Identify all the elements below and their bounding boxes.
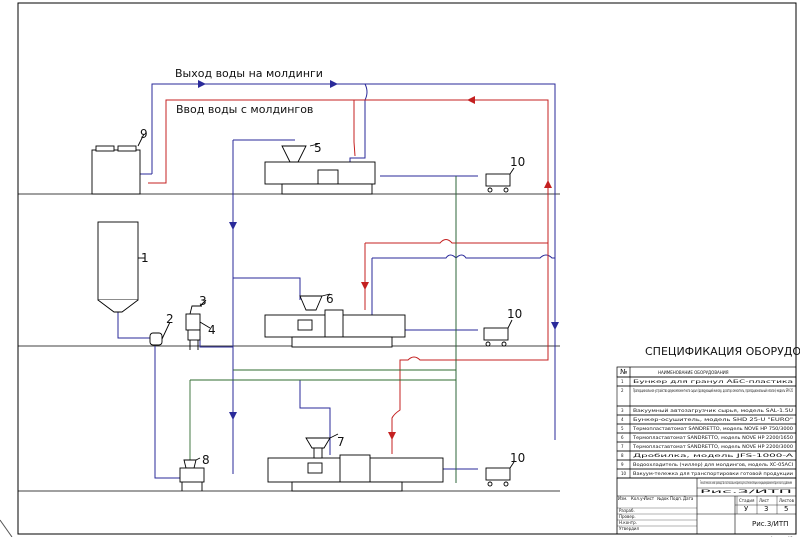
stamp-signer: Утвердил [619, 526, 639, 531]
spec-row-name: Водоохладитель (чиллер) для молдингов, м… [633, 462, 793, 467]
equipment-number-8: 8 [202, 453, 210, 467]
stamp-signer: Н.контр. [619, 520, 637, 525]
water-in-lines [148, 99, 549, 454]
stamp-signer: Разраб. [619, 508, 635, 513]
spec-title: СПЕЦИФИКАЦИЯ ОБОРУДОВАНИЯ [645, 345, 800, 358]
spec-col-no: № [620, 368, 627, 376]
spec-row-name: Бункер-осушитель, модель SHD 25-U "EURO" [633, 417, 793, 422]
cart-10-bottom [485, 461, 515, 487]
equipment-number-5: 5 [314, 141, 322, 155]
spec-row-no: 2 [621, 388, 624, 393]
spec-row-name: Термопластавтомат SANDRETTO, модель NOVE… [632, 426, 794, 431]
equipment-number-1: 1 [141, 251, 149, 265]
crusher-8 [179, 457, 205, 491]
cart-10-top [485, 167, 515, 193]
spec-row-name: Вакуум-тележка для транспортировки готов… [633, 471, 794, 476]
water-out-lines [117, 83, 556, 483]
spec-row-no: 1 [621, 379, 624, 384]
water-out-label: Выход воды на молдинги [175, 67, 323, 80]
stamp-block: Технологическая схема производства пласт… [616, 477, 797, 537]
spec-row-name: Термопластавтомат SANDRETTO, модель NOVE… [632, 444, 794, 449]
spec-row-name: Дробилка, модель JFS-1000-A [633, 453, 794, 458]
spec-row-no: 6 [621, 435, 624, 440]
spec-row-no: 8 [621, 453, 624, 458]
equipment-number-2: 2 [166, 312, 174, 326]
stamp-sheet-value: 3 [764, 505, 768, 513]
sheet-corner-mark [0, 519, 13, 537]
chiller-9 [91, 133, 145, 195]
stamp-header: Рис.3/ИТП [700, 489, 792, 494]
cart-10-middle [483, 319, 513, 347]
stamp-sheet-header: Стадия [739, 498, 755, 503]
stamp-sheet-value: У [744, 505, 749, 513]
spec-table: № НАИМЕНОВАНИЕ ОБОРУДОВАНИЯ 1 Бункер для гр… [616, 366, 797, 479]
process-flow-diagram: Выход воды на молдинги Ввод воды с молди… [0, 2, 800, 537]
stamp-change-col: Изм. [618, 496, 627, 501]
equipment-number-10-middle: 10 [507, 307, 522, 321]
equipment-number-9: 9 [140, 127, 148, 141]
stamp-org: Рис.3/ИТП [752, 520, 788, 528]
stamp-doc-title: Технологическая схема производства пласт… [700, 480, 792, 485]
spec-row-no: 4 [621, 417, 624, 422]
injection-machine-6 [264, 293, 406, 348]
stamp-sheet-header: Лист [759, 498, 770, 503]
stamp-sheet-header: Листов [779, 498, 795, 503]
spec-row-name: Термопластавтомат SANDRETTO, модель NOVE… [632, 435, 794, 440]
stamp-signer: Провер. [619, 514, 636, 519]
spec-row-name: Пропорциональное устройство двухкомпонен… [633, 388, 793, 393]
injection-machine-7 [267, 433, 444, 492]
spec-row-name: Бункер для гранул АБС-пластика [633, 379, 794, 384]
spec-col-name: НАИМЕНОВАНИЕ ОБОРУДОВАНИЯ [658, 370, 729, 375]
stamp-change-col: Лист [644, 496, 655, 501]
hopper-1 [97, 221, 145, 313]
spec-row-no: 10 [621, 471, 627, 476]
water-in-label: Ввод воды с молдингов [176, 103, 313, 116]
stamp-sheet-value: 5 [784, 505, 788, 513]
spec-row-name: Вакуумный автозагрузчик сырья, модель SA… [633, 408, 793, 413]
equipment-number-10-bottom: 10 [510, 451, 525, 465]
equipment-number-4: 4 [208, 323, 216, 337]
stamp-change-col: Дата [683, 496, 694, 501]
stamp-change-col: №док [657, 496, 669, 501]
flow-arrows [198, 80, 559, 420]
equipment-number-3: 3 [199, 294, 207, 308]
equipment-number-6: 6 [326, 292, 334, 306]
stamp-change-col: Кол.уч [631, 496, 645, 501]
spec-row-no: 9 [621, 462, 624, 467]
spec-row-no: 3 [621, 408, 624, 413]
equipment-number-7: 7 [337, 435, 345, 449]
spec-row-no: 5 [621, 426, 624, 431]
equipment-number-10-top: 10 [510, 155, 525, 169]
stamp-change-col: Подп. [670, 496, 682, 501]
spec-row-no: 7 [621, 444, 624, 449]
